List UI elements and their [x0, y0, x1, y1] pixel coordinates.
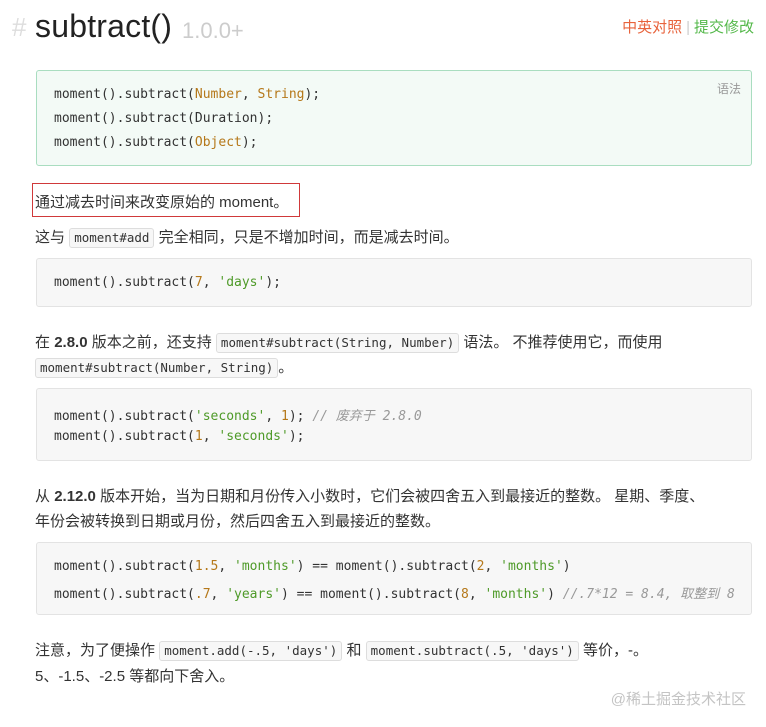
code-string: 'months' [234, 559, 297, 574]
code-text: , [265, 409, 281, 424]
note-280-line-1: 在 2.8.0 版本之前，还支持 moment#subtract(String,… [35, 331, 663, 353]
note-round-line-1: 注意，为了便操作 moment.add(-.5, 'days') 和 momen… [35, 639, 648, 661]
text: 从 [35, 488, 51, 505]
code-type: String [257, 87, 305, 102]
code-string: 'months' [484, 587, 548, 602]
version-number: 2.12.0 [54, 488, 96, 505]
code-line: moment().subtract(7, 'days'); [54, 275, 281, 290]
code-text: moment().subtract( [54, 409, 195, 424]
compare-link[interactable]: 中英对照 [622, 19, 682, 36]
example-code-block-2: moment().subtract('seconds', 1); // 废弃于 … [36, 388, 752, 461]
code-text: ); [304, 87, 321, 102]
text: 等价，-。 [583, 642, 649, 659]
code-line: moment().subtract(1, 'seconds'); [54, 429, 304, 444]
header-links: 中英对照 | 提交修改 [622, 16, 754, 37]
code-text: moment().subtract(Duration); [54, 111, 274, 126]
code-text: moment().subtract( [54, 275, 195, 290]
code-line: moment().subtract(.7, 'years') == moment… [54, 583, 735, 602]
code-text: , [202, 275, 219, 290]
code-comment: //.7*12 = 8.4, 取整到 8 [562, 587, 735, 602]
text: 。 [278, 359, 294, 376]
intro-line-2: 这与 moment#add 完全相同，只是不增加时间，而是减去时间。 [35, 226, 459, 248]
code-number: 2 [476, 559, 485, 574]
code-number: 7 [194, 275, 203, 290]
code-type: Number [194, 87, 242, 102]
code-string: 'months' [500, 559, 563, 574]
code-text: ); [241, 135, 258, 150]
code-text: ) [547, 587, 563, 602]
note-round-line-2: 5、-1.5、-2.5 等都向下舍入。 [35, 668, 235, 685]
heading-anchor-icon[interactable]: # [12, 12, 26, 43]
syntax-line-3: moment().subtract(Object); [54, 135, 258, 150]
note-2120-line-2: 年份会被转换到日期或月份，然后四舍五入到最接近的整数。 [35, 513, 441, 530]
text: 版本开始，当为日期和月份传入小数时，它们会被四舍五入到最接近的整数。 星期、季度… [100, 488, 705, 505]
code-string: 'days' [218, 275, 266, 290]
code-line: moment().subtract('seconds', 1); // 废弃于 … [54, 405, 422, 424]
code-string: 'seconds' [194, 409, 266, 424]
example-code-block-1: moment().subtract(7, 'days'); [36, 258, 752, 307]
code-number: 1 [194, 429, 203, 444]
version-number: 2.8.0 [54, 334, 88, 351]
inline-code: moment#add [69, 228, 155, 248]
code-text: ); [288, 429, 305, 444]
text: 这与 [35, 229, 66, 246]
code-text: moment().subtract( [54, 135, 195, 150]
code-text: ) == moment().subtract( [281, 587, 462, 602]
watermark: @稀土掘金技术社区 [610, 691, 746, 708]
code-text: moment().subtract( [54, 429, 195, 444]
link-separator: | [686, 19, 690, 36]
edit-link[interactable]: 提交修改 [694, 19, 754, 36]
syntax-code-block: 语法 moment().subtract(Number, String); mo… [36, 70, 752, 166]
note-2120-line-1: 从 2.12.0 版本开始，当为日期和月份传入小数时，它们会被四舍五入到最接近的… [35, 485, 704, 506]
code-text: ); [265, 275, 281, 290]
code-text: ); [288, 409, 313, 424]
code-type: Object [194, 135, 242, 150]
code-comment: // 废弃于 2.8.0 [312, 409, 422, 424]
note-280-line-2: moment#subtract(Number, String)。 [35, 356, 293, 378]
version-label: 1.0.0+ [182, 18, 244, 43]
code-text: , [241, 87, 258, 102]
code-text: , [202, 429, 219, 444]
syntax-line-2: moment().subtract(Duration); [54, 111, 273, 126]
text: 注意，为了便操作 [35, 642, 156, 659]
code-text: , [210, 587, 227, 602]
code-number: 8 [461, 587, 469, 602]
code-text: moment().subtract( [54, 87, 195, 102]
syntax-line-1: moment().subtract(Number, String); [54, 87, 320, 102]
text: 版本之前，还支持 [91, 334, 212, 351]
intro-highlighted-text: 通过减去时间来改变原始的 moment。 [35, 194, 289, 211]
inline-code: moment.add(-.5, 'days') [159, 641, 343, 661]
code-text: moment().subtract( [54, 559, 195, 574]
inline-code: moment#subtract(String, Number) [215, 333, 460, 353]
text: 语法。 不推荐使用它，而使用 [463, 334, 663, 351]
code-text: , [218, 559, 235, 574]
text: 完全相同，只是不增加时间，而是减去时间。 [158, 229, 459, 246]
code-number: 1.5 [194, 559, 219, 574]
code-text: ) == moment().subtract( [296, 559, 477, 574]
page-title: subtract() [35, 8, 173, 44]
code-string: 'seconds' [218, 429, 289, 444]
code-text: moment().subtract( [54, 587, 195, 602]
code-text: , [468, 587, 485, 602]
code-string: 'years' [226, 587, 281, 602]
text: 和 [346, 642, 362, 659]
code-number: 1 [281, 409, 289, 424]
example-code-block-3: moment().subtract(1.5, 'months') == mome… [36, 542, 752, 615]
inline-code: moment#subtract(Number, String) [35, 358, 279, 378]
text: 在 [35, 334, 51, 351]
code-text: ) [562, 559, 571, 574]
code-number: .7 [194, 587, 211, 602]
code-text: , [484, 559, 501, 574]
syntax-badge: 语法 [716, 82, 741, 96]
code-line: moment().subtract(1.5, 'months') == mome… [54, 559, 571, 574]
inline-code: moment.subtract(.5, 'days') [365, 641, 579, 661]
